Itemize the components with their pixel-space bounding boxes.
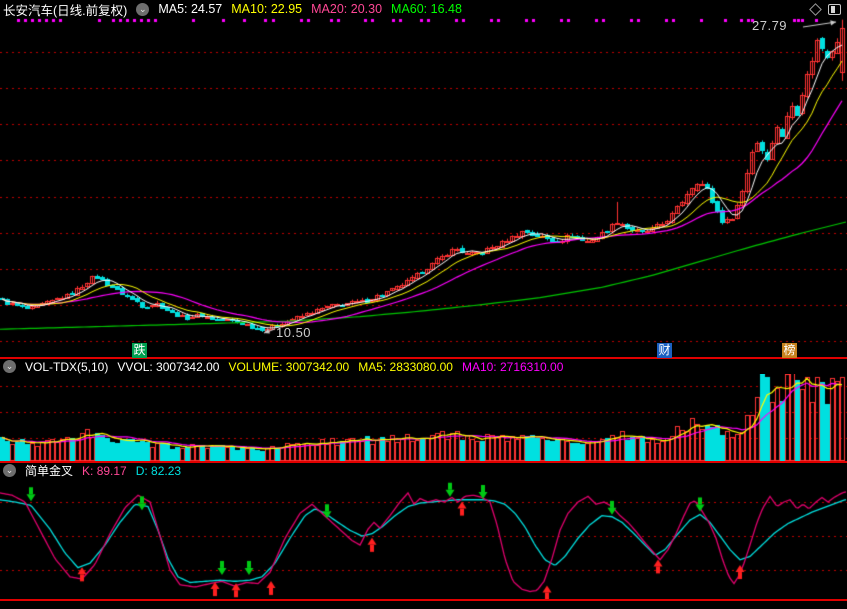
- vol-ma10-label: MA10: 2716310.00: [461, 359, 564, 374]
- volume-canvas[interactable]: [0, 374, 847, 461]
- split-window-icon[interactable]: [828, 3, 841, 15]
- trading-app-window: 长安汽车(日线.前复权) ⌄ MA5: 24.57 MA10: 22.95 MA…: [0, 0, 847, 609]
- k-value-label: K: 89.17: [82, 463, 127, 478]
- ticker-tag-bang[interactable]: 榜: [782, 343, 797, 358]
- low-price-label: 10.50: [276, 325, 312, 340]
- vol-ma5-label: MA5: 2833080.00: [358, 359, 453, 374]
- main-chart-canvas[interactable]: [0, 18, 847, 357]
- main-header: 长安汽车(日线.前复权) ⌄ MA5: 24.57 MA10: 22.95 MA…: [0, 0, 847, 18]
- ma60-label: MA60: 16.48: [391, 2, 462, 16]
- volume-label: VOLUME: 3007342.00: [228, 359, 350, 374]
- ticker-tag-cai[interactable]: 财: [657, 343, 672, 358]
- high-price-label: 27.79: [752, 18, 788, 33]
- ma20-label: MA20: 20.30: [311, 2, 383, 16]
- d-value-label: D: 82.23: [135, 463, 182, 478]
- chevron-down-icon[interactable]: ⌄: [3, 464, 16, 477]
- stock-title: 长安汽车(日线.前复权): [3, 3, 128, 18]
- kd-canvas[interactable]: [0, 478, 847, 599]
- kd-header: ⌄ 简单金叉 K: 89.17 D: 82.23: [0, 463, 847, 478]
- header-toolbar: [809, 2, 847, 16]
- volume-header: ⌄ VOL-TDX(5,10) VVOL: 3007342.00 VOLUME:…: [0, 359, 847, 374]
- vol-indicator-name: VOL-TDX(5,10): [25, 359, 109, 374]
- ticker-tag-die[interactable]: 跌: [132, 343, 147, 358]
- ma5-label: MA5: 24.57: [158, 2, 223, 16]
- diamond-icon[interactable]: [809, 2, 822, 16]
- vvol-label: VVOL: 3007342.00: [117, 359, 220, 374]
- panel-divider: [0, 599, 847, 601]
- main-chart-panel: 27.79 10.50 跌 财 榜: [0, 18, 847, 358]
- ma10-label: MA10: 22.95: [231, 2, 303, 16]
- kd-indicator-name: 简单金叉: [25, 464, 74, 478]
- chevron-down-icon[interactable]: ⌄: [3, 360, 16, 373]
- chevron-down-icon[interactable]: ⌄: [136, 2, 150, 16]
